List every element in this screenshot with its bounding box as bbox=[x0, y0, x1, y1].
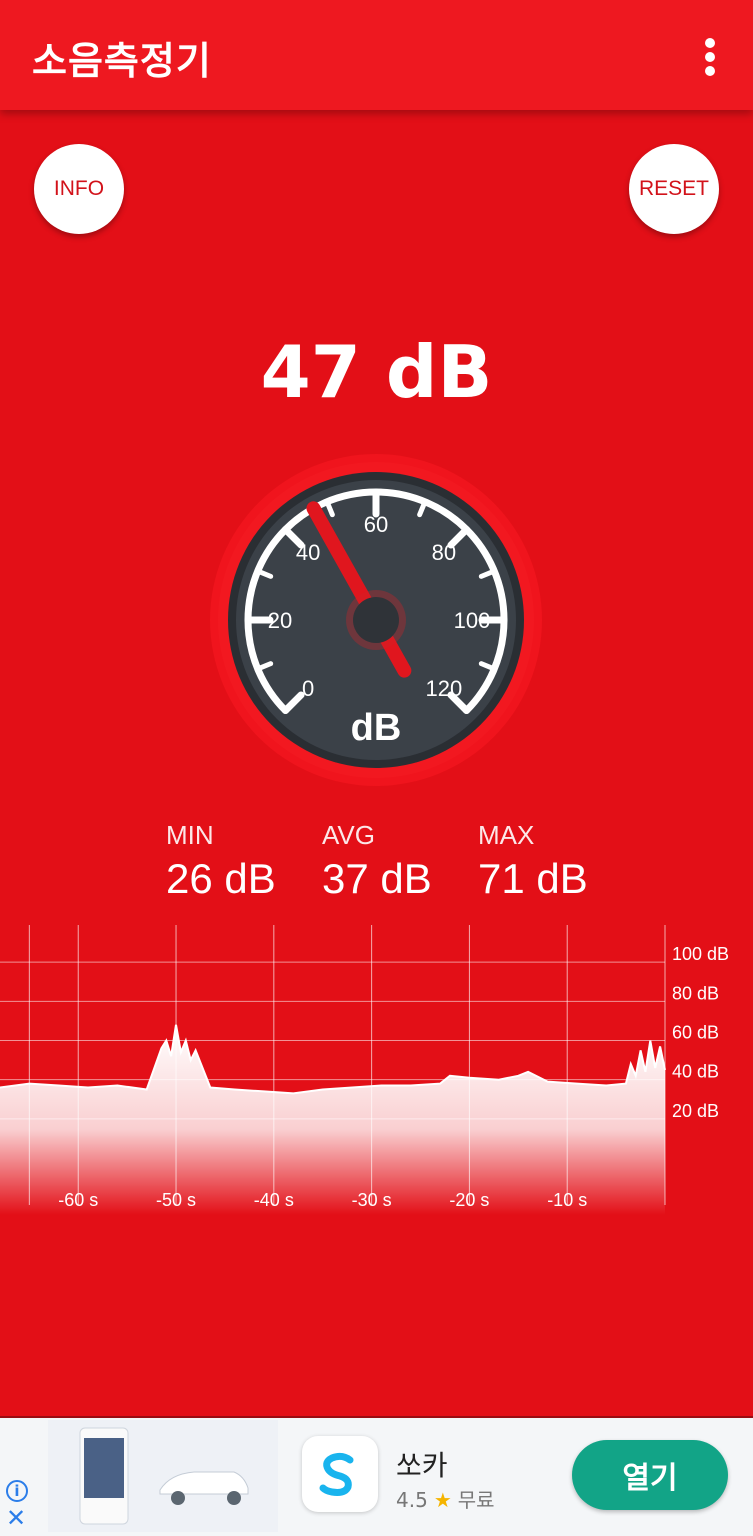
ad-image[interactable] bbox=[48, 1420, 278, 1532]
stat-label: MIN bbox=[166, 820, 214, 850]
menu-dot bbox=[705, 38, 715, 48]
gauge-tick-label: 20 bbox=[268, 608, 292, 633]
more-vert-icon[interactable] bbox=[698, 36, 722, 76]
stat-value: 26 dB bbox=[166, 855, 276, 902]
menu-dot bbox=[705, 52, 715, 62]
y-tick-label: 100 dB bbox=[672, 944, 729, 964]
app-title: 소음측정기 bbox=[32, 39, 212, 83]
y-tick-label: 20 dB bbox=[672, 1101, 719, 1121]
gauge-tick-label: 60 bbox=[364, 512, 388, 537]
gauge-tick-label: 80 bbox=[432, 540, 456, 565]
socar-logo-icon bbox=[319, 1452, 354, 1496]
stat-label: MAX bbox=[478, 820, 535, 850]
gauge-unit-label: dB bbox=[351, 707, 402, 749]
car-illustration bbox=[159, 1471, 249, 1495]
menu-dot bbox=[705, 66, 715, 76]
gauge-tick-label: 40 bbox=[296, 540, 320, 565]
x-tick-label: -40 s bbox=[254, 1190, 294, 1210]
y-tick-label: 60 dB bbox=[672, 1023, 719, 1043]
price-label: 무료 bbox=[457, 1488, 495, 1512]
car-wheel bbox=[171, 1491, 185, 1505]
x-tick-label: -30 s bbox=[352, 1190, 392, 1210]
star-icon: ★ bbox=[433, 1488, 452, 1512]
socar-app-icon[interactable] bbox=[302, 1436, 378, 1512]
chart-y-axis-labels: 20 dB 40 dB 60 dB 80 dB 100 dB bbox=[672, 944, 729, 1121]
gauge-tick-label: 100 bbox=[454, 608, 491, 633]
y-tick-label: 40 dB bbox=[672, 1062, 719, 1082]
app-bar: 소음측정기 bbox=[0, 0, 753, 110]
info-button[interactable]: INFO bbox=[34, 144, 124, 234]
db-history-chart: -60 s -50 s -40 s -30 s -20 s -10 s 20 dB 40 d… bbox=[0, 925, 729, 1215]
car-wheel bbox=[227, 1491, 241, 1505]
stat-max: MAX 71 dB bbox=[478, 820, 588, 903]
chart-series-area bbox=[0, 1024, 665, 1215]
x-tick-label: -50 s bbox=[156, 1190, 196, 1210]
reset-button[interactable]: RESET bbox=[629, 144, 719, 234]
stat-value: 37 dB bbox=[322, 855, 432, 902]
needle-hub bbox=[353, 597, 399, 643]
rating-value: 4.5 bbox=[396, 1488, 428, 1512]
current-db-reading: 47 dB bbox=[260, 330, 493, 414]
phone-screen bbox=[84, 1438, 124, 1498]
stat-value: 71 dB bbox=[478, 855, 588, 902]
stat-min: MIN 26 dB bbox=[166, 820, 276, 903]
gauge-tick-label: 120 bbox=[426, 676, 463, 701]
x-tick-label: -20 s bbox=[449, 1190, 489, 1210]
ad-app-name: 쏘카 bbox=[396, 1449, 448, 1482]
x-tick-label: -60 s bbox=[58, 1190, 98, 1210]
chart-series-line bbox=[0, 1024, 666, 1095]
stat-label: AVG bbox=[322, 820, 375, 850]
gauge-tick-label: 0 bbox=[302, 676, 314, 701]
x-tick-label: -10 s bbox=[547, 1190, 587, 1210]
info-icon[interactable]: i bbox=[6, 1480, 28, 1502]
ad-illustration bbox=[79, 1427, 249, 1525]
open-button[interactable]: 열기 bbox=[572, 1440, 728, 1510]
ad-rating: 4.5 ★ 무료 bbox=[396, 1484, 495, 1513]
stat-avg: AVG 37 dB bbox=[322, 820, 432, 903]
y-tick-label: 80 dB bbox=[672, 983, 719, 1003]
db-gauge: 0 20 40 60 80 100 120 dB bbox=[210, 454, 542, 786]
close-icon[interactable]: ✕ bbox=[6, 1506, 26, 1530]
